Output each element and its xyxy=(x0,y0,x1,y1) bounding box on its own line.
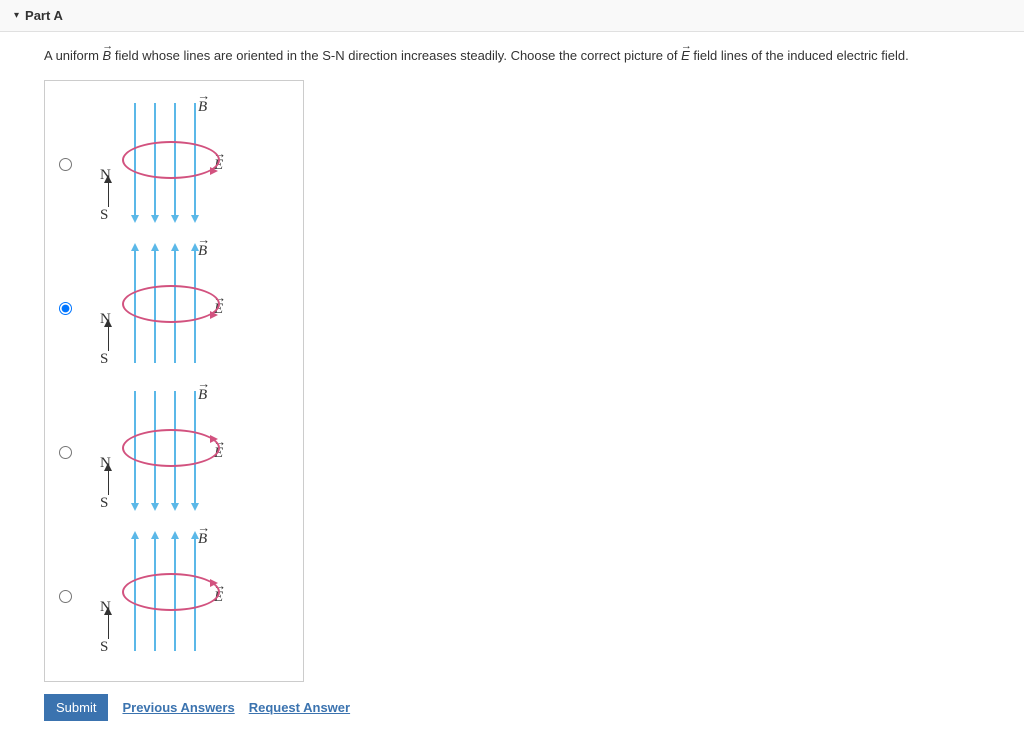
b-arrow-icon xyxy=(171,531,179,539)
b-arrow-icon xyxy=(171,215,179,223)
b-vector-symbol: B xyxy=(103,46,112,66)
previous-answers-link[interactable]: Previous Answers xyxy=(122,700,234,715)
option-radio-3[interactable] xyxy=(59,446,72,459)
diagram-2: BENS xyxy=(86,239,246,379)
compass-arrow-icon xyxy=(104,319,113,328)
option-radio-1[interactable] xyxy=(59,158,72,171)
option-radio-4[interactable] xyxy=(59,590,72,603)
option-row-2: BENS xyxy=(59,239,289,379)
b-arrow-icon xyxy=(191,503,199,511)
b-arrow-icon xyxy=(131,243,139,251)
e-arrow-icon xyxy=(210,579,218,587)
diagram-1: BENS xyxy=(86,95,246,235)
b-arrow-icon xyxy=(191,243,199,251)
part-title: Part A xyxy=(25,8,63,23)
compass-arrow-icon xyxy=(104,175,113,184)
option-row-1: BENS xyxy=(59,95,289,235)
e-field-loop xyxy=(122,573,220,611)
b-label: B xyxy=(198,387,207,404)
b-arrow-icon xyxy=(191,531,199,539)
e-arrow-icon xyxy=(210,167,218,175)
submit-button[interactable]: Submit xyxy=(44,694,108,721)
b-arrow-icon xyxy=(131,503,139,511)
s-label: S xyxy=(100,639,108,656)
b-label: B xyxy=(198,531,207,548)
options-container: BENSBENSBENSBENS xyxy=(44,80,304,682)
s-label: S xyxy=(100,207,108,224)
question-text: A uniform B field whose lines are orient… xyxy=(44,46,1000,66)
b-arrow-icon xyxy=(151,503,159,511)
diagram-4: BENS xyxy=(86,527,246,667)
compass-arrow-icon xyxy=(104,607,113,616)
b-arrow-icon xyxy=(151,215,159,223)
b-arrow-icon xyxy=(191,215,199,223)
collapse-icon[interactable]: ▾ xyxy=(14,10,19,21)
request-answer-link[interactable]: Request Answer xyxy=(249,700,350,715)
e-field-loop xyxy=(122,141,220,179)
b-arrow-icon xyxy=(151,243,159,251)
e-field-loop xyxy=(122,429,220,467)
diagram-3: BENS xyxy=(86,383,246,523)
part-header: ▾ Part A xyxy=(0,0,1024,32)
actions-bar: Submit Previous Answers Request Answer xyxy=(44,694,1000,721)
content-area: A uniform B field whose lines are orient… xyxy=(0,32,1024,735)
q-pre: A uniform xyxy=(44,48,103,63)
q-mid: field whose lines are oriented in the S-… xyxy=(115,48,681,63)
compass-arrow-icon xyxy=(104,463,113,472)
b-arrow-icon xyxy=(131,531,139,539)
e-field-loop xyxy=(122,285,220,323)
b-arrow-icon xyxy=(171,243,179,251)
s-label: S xyxy=(100,495,108,512)
b-label: B xyxy=(198,243,207,260)
q-post: field lines of the induced electric fiel… xyxy=(693,48,908,63)
option-radio-2[interactable] xyxy=(59,302,72,315)
b-arrow-icon xyxy=(151,531,159,539)
b-arrow-icon xyxy=(171,503,179,511)
option-row-4: BENS xyxy=(59,527,289,667)
s-label: S xyxy=(100,351,108,368)
e-arrow-icon xyxy=(210,435,218,443)
e-arrow-icon xyxy=(210,311,218,319)
b-arrow-icon xyxy=(131,215,139,223)
e-vector-symbol: E xyxy=(681,46,690,66)
b-label: B xyxy=(198,99,207,116)
option-row-3: BENS xyxy=(59,383,289,523)
